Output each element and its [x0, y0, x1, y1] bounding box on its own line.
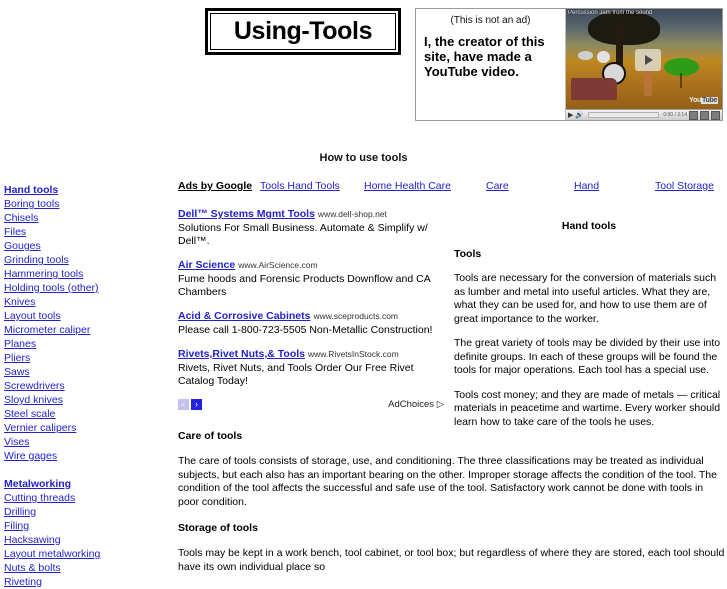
play-button-overlay-icon[interactable] [634, 48, 662, 72]
sidebar-item-boring-tools[interactable]: Boring tools [4, 197, 164, 211]
sidebar-item-micrometer-caliper[interactable]: Micrometer caliper [4, 323, 164, 337]
ad-description-air-science: Fume hoods and Forensic Products Downflo… [178, 273, 431, 298]
ad-url-sceproducts: www.sceproducts.com [313, 311, 399, 321]
sidebar-heading-metalworking[interactable]: Metalworking [4, 477, 164, 491]
promo-text-block: (This is not an ad) I, the creator of th… [416, 9, 566, 120]
ad-description-acid-cabinets: Please call 1-800-723-5505 Non-Metallic … [178, 324, 433, 336]
sidebar-item-pliers[interactable]: Pliers [4, 351, 164, 365]
sidebar-item-drilling[interactable]: Drilling [4, 505, 164, 519]
video-title-text: Percussion Jam from the sound [568, 10, 653, 16]
cymbal-shape [578, 51, 593, 61]
piano-shape [570, 77, 618, 100]
sidebar-item-cutting-threads[interactable]: Cutting threads [4, 491, 164, 505]
sidebar-item-riveting[interactable]: Riveting [4, 575, 164, 589]
ad-listings: Dell™ Systems Mgmt Tools www.dell-shop.ne… [178, 208, 444, 413]
youtube-logo-icon: YouTube [689, 97, 718, 104]
article-section-tools: Tools [454, 248, 482, 260]
article-paragraph-2: The great variety of tools may be divide… [454, 337, 721, 376]
ad-item: Air Science www.AirScience.com Fume hoods… [178, 259, 444, 299]
video-fullscreen-icon[interactable] [711, 110, 720, 120]
sidebar-item-screwdrivers[interactable]: Screwdrivers [4, 379, 164, 393]
promo-message: I, the creator of this site, have made a… [424, 34, 545, 79]
sidebar-item-steel-scale[interactable]: Steel scale [4, 407, 164, 421]
ad-item: Rivets,Rivet Nuts,& Tools www.RivetsInSto… [178, 348, 444, 388]
sidebar-item-saws[interactable]: Saws [4, 365, 164, 379]
site-logo: Using-Tools [205, 8, 401, 55]
ads-keyword-bar: Ads by Google Tools Hand Tools Home Heal… [178, 180, 725, 196]
ad-keyword-tools-hand-tools[interactable]: Tools Hand Tools [260, 180, 340, 192]
sidebar-heading-hand-tools[interactable]: Hand tools [4, 183, 164, 197]
ad-next-arrow-icon[interactable]: › [191, 399, 202, 410]
ad-url-air-science: www.AirScience.com [238, 260, 318, 270]
sidebar-item-filing[interactable]: Filing [4, 519, 164, 533]
video-seek-slider[interactable] [588, 112, 660, 118]
video-volume-icon[interactable]: 🔊 [575, 112, 584, 119]
bush-stem-shape [679, 73, 682, 88]
article-right-column: Hand tools Tools Tools are necessary for… [454, 220, 724, 440]
sidebar-item-layout-tools[interactable]: Layout tools [4, 309, 164, 323]
promo-disclaimer: (This is not an ad) [450, 15, 531, 26]
article-paragraph-3: Tools cost money; and they are made of m… [454, 388, 721, 428]
ad-description-dell: Solutions For Small Business. Automate &… [178, 222, 428, 247]
sidebar-item-layout-metalworking[interactable]: Layout metalworking [4, 547, 164, 561]
article-paragraph-4: The care of tools consists of storage, u… [178, 455, 717, 508]
sidebar-item-nuts-and-bolts[interactable]: Nuts & bolts [4, 561, 164, 575]
sidebar-item-vernier-calipers[interactable]: Vernier calipers [4, 421, 164, 435]
ad-keyword-care[interactable]: Care [486, 180, 509, 192]
ad-item: Acid & Corrosive Cabinets www.sceproducts… [178, 310, 444, 337]
video-hd-icon[interactable] [689, 110, 698, 120]
main-column: Ads by Google Tools Hand Tools Home Heal… [178, 180, 725, 573]
youtube-logo-you: You [689, 97, 701, 104]
article-bottom-section: Care of tools The care of tools consists… [178, 430, 727, 587]
ad-url-dell: www.dell-shop.net [317, 209, 387, 219]
sidebar-group-separator [4, 463, 164, 477]
ad-keyword-tool-storage[interactable]: Tool Storage [655, 180, 714, 192]
sidebar-item-wire-gages[interactable]: Wire gages [4, 449, 164, 463]
tree-canopy-shape [587, 11, 660, 45]
ad-title-air-science[interactable]: Air Science [178, 259, 235, 271]
article-heading-hand-tools: Hand tools [561, 220, 617, 232]
ad-prev-arrow-icon[interactable]: ‹ [178, 399, 189, 410]
sidebar-navigation: Hand tools Boring tools Chisels Files Go… [4, 183, 164, 589]
sidebar-item-holding-tools-other[interactable]: Holding tools (other) [4, 281, 164, 295]
ad-keyword-hand[interactable]: Hand [574, 180, 599, 192]
sidebar-item-vises[interactable]: Vises [4, 435, 164, 449]
sidebar-item-planes[interactable]: Planes [4, 337, 164, 351]
article-paragraph-5: Tools may be kept in a work bench, tool … [178, 547, 725, 573]
site-logo-inner-frame: Using-Tools [210, 13, 396, 50]
sidebar-item-sloyd-knives[interactable]: Sloyd knives [4, 393, 164, 407]
sidebar-item-chisels[interactable]: Chisels [4, 211, 164, 225]
sidebar-item-gouges[interactable]: Gouges [4, 239, 164, 253]
ad-title-rivets-rivet-nuts-tools[interactable]: Rivets,Rivet Nuts,& Tools [178, 348, 305, 360]
page-header: Using-Tools (This is not an ad) I, the c… [0, 0, 727, 140]
youtube-promo-panel: (This is not an ad) I, the creator of th… [415, 8, 723, 121]
sidebar-item-files[interactable]: Files [4, 225, 164, 239]
ad-url-rivetsinstock: www.RivetsInStock.com [308, 349, 399, 359]
small-drum-shape [597, 51, 610, 64]
video-settings-icon[interactable] [700, 110, 709, 120]
site-logo-text: Using-Tools [233, 17, 373, 45]
ad-title-acid-corrosive-cabinets[interactable]: Acid & Corrosive Cabinets [178, 310, 310, 322]
article-section-storage-of-tools: Storage of tools [178, 522, 258, 534]
video-play-icon[interactable]: ▶ [568, 112, 573, 119]
page-title: How to use tools [319, 152, 408, 164]
video-control-bar[interactable]: ▶ 🔊 0:00 / 3:14 [566, 109, 722, 120]
ad-title-dell-systems-mgmt-tools[interactable]: Dell™ Systems Mgmt Tools [178, 208, 315, 220]
article-paragraph-1: Tools are necessary for the conversion o… [454, 272, 717, 325]
ad-item: Dell™ Systems Mgmt Tools www.dell-shop.ne… [178, 208, 444, 248]
ad-description-rivets: Rivets, Rivet Nuts, and Tools Order Our … [178, 362, 414, 387]
ad-keyword-home-health-care[interactable]: Home Health Care [364, 180, 451, 192]
video-time-readout: 0:00 / 3:14 [663, 112, 687, 118]
ads-by-google-label[interactable]: Ads by Google [178, 180, 252, 192]
sidebar-item-knives[interactable]: Knives [4, 295, 164, 309]
adchoices-link[interactable]: AdChoices ▷ [388, 399, 444, 410]
youtube-logo-tube: Tube [700, 97, 718, 104]
sidebar-item-hammering-tools[interactable]: Hammering tools [4, 267, 164, 281]
youtube-video-player[interactable]: Percussion Jam from the sound YouTube ▶ … [566, 9, 722, 120]
ad-pager-row: ‹ › AdChoices ▷ [178, 399, 444, 413]
sidebar-item-grinding-tools[interactable]: Grinding tools [4, 253, 164, 267]
article-section-care-of-tools: Care of tools [178, 430, 243, 442]
